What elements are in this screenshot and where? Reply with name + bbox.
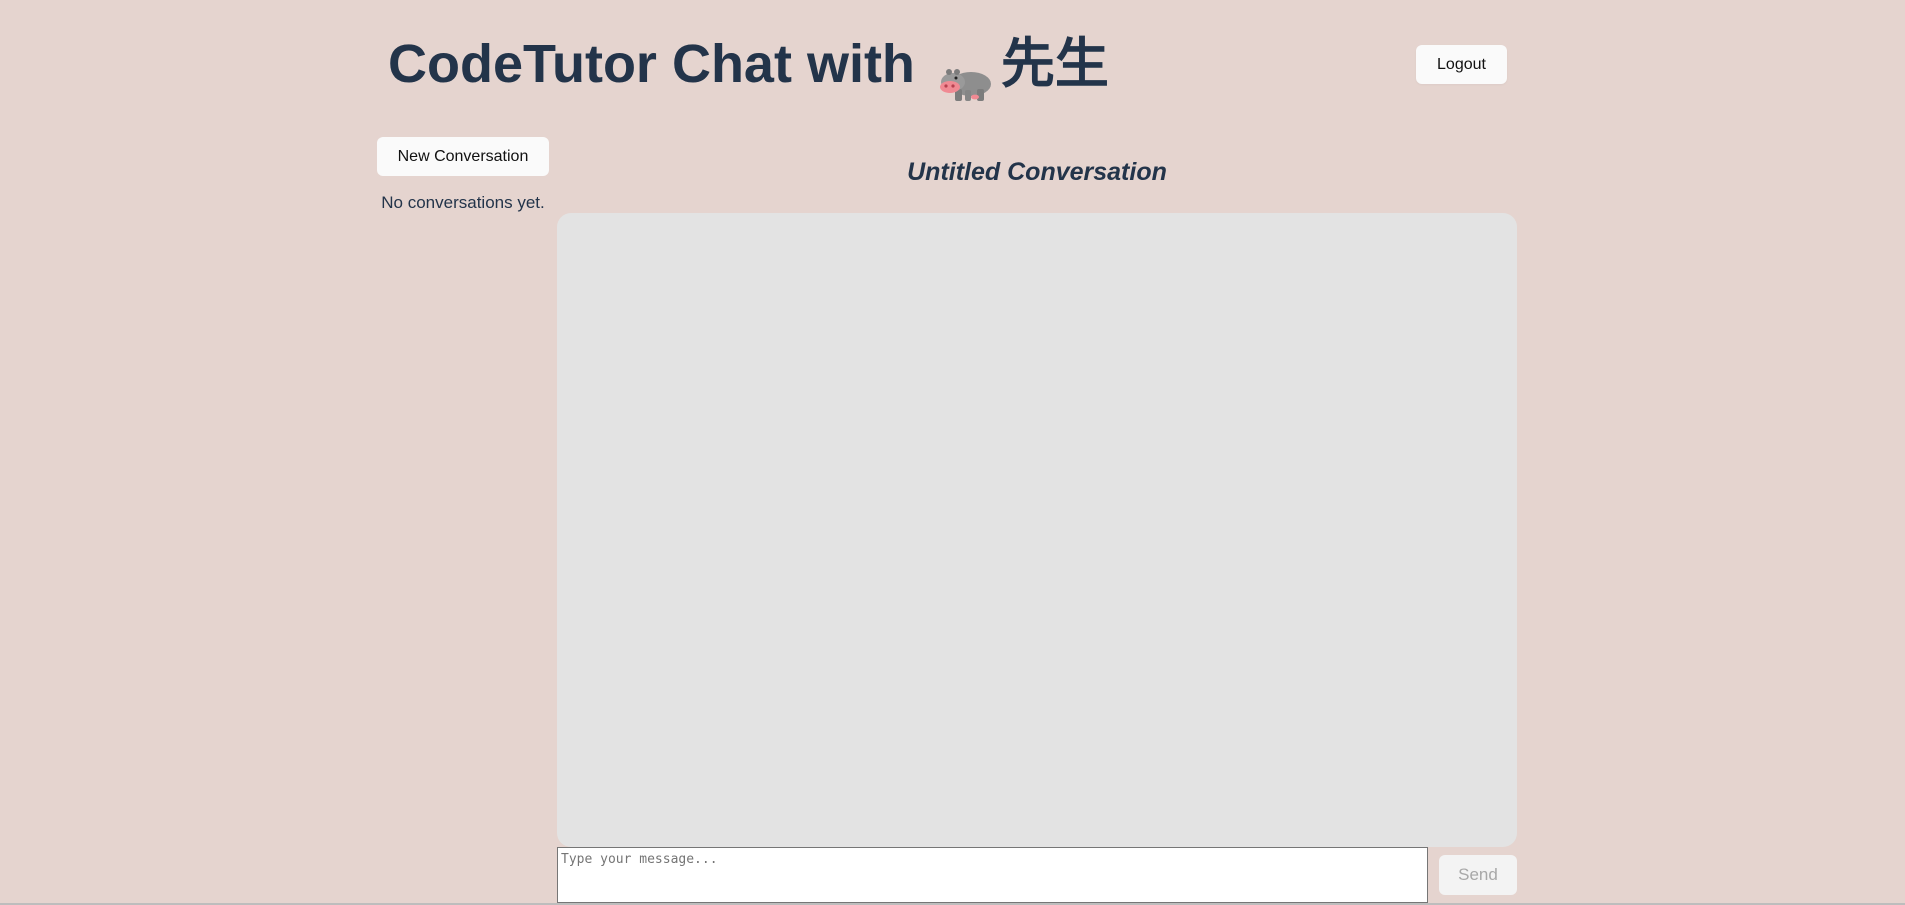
logout-button[interactable]: Logout [1416, 45, 1507, 84]
hippo-icon [939, 49, 993, 101]
page-title: CodeTutor Chat with 先生 [388, 28, 1109, 101]
conversation-title: Untitled Conversation [907, 158, 1167, 186]
empty-conversations-text: No conversations yet. [381, 193, 545, 212]
page-title-suffix: 先生 [1000, 32, 1109, 95]
message-input[interactable] [557, 847, 1428, 903]
new-conversation-button[interactable]: New Conversation [377, 137, 549, 176]
send-button[interactable]: Send [1439, 855, 1517, 895]
message-area[interactable] [557, 213, 1517, 847]
page-title-text: CodeTutor Chat with [388, 34, 915, 94]
app-root: CodeTutor Chat with 先生 Logout New Conver… [0, 0, 1905, 905]
